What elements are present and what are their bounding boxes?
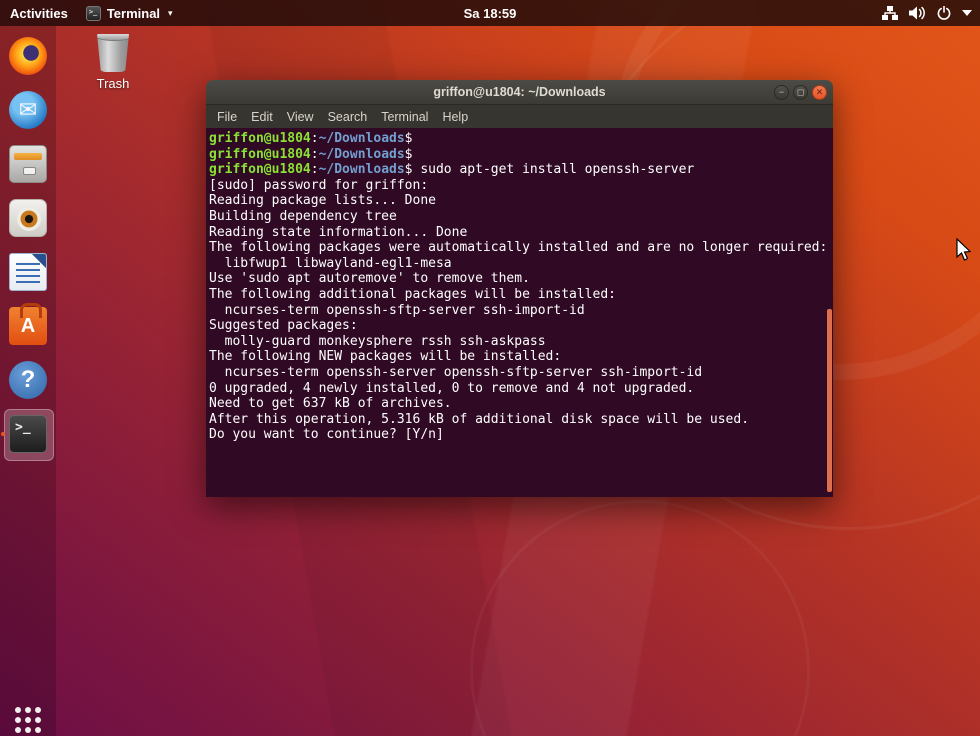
network-wired-icon: [882, 6, 898, 20]
trash-label: Trash: [84, 76, 142, 91]
wallpaper-circle-decoration: [470, 500, 810, 736]
terminal-output-line: ncurses-term openssh-server openssh-sftp…: [209, 365, 833, 381]
power-icon: [937, 6, 951, 20]
dock-item-files[interactable]: [0, 138, 56, 190]
terminal-output-line: Use 'sudo apt autoremove' to remove them…: [209, 271, 833, 287]
menu-item-terminal[interactable]: Terminal: [374, 107, 435, 127]
terminal-output-line: libfwup1 libwayland-egl1-mesa: [209, 256, 833, 272]
terminal-output-line: Reading state information... Done: [209, 225, 833, 241]
terminal-output-line: [sudo] password for griffon:: [209, 178, 833, 194]
terminal-output-line: Suggested packages:: [209, 318, 833, 334]
window-menubar: FileEditViewSearchTerminalHelp: [206, 105, 833, 128]
terminal-output-line: Do you want to continue? [Y/n]: [209, 427, 833, 443]
dock-item-firefox[interactable]: [0, 30, 56, 82]
close-button[interactable]: ✕: [812, 85, 827, 100]
dock-item-writer[interactable]: [0, 246, 56, 298]
terminal-prompt-line: griffon@u1804:~/Downloads$ sudo apt-get …: [209, 162, 833, 178]
maximize-button[interactable]: ◻: [793, 85, 808, 100]
terminal-prompt-line: griffon@u1804:~/Downloads$: [209, 131, 833, 147]
menu-item-help[interactable]: Help: [435, 107, 475, 127]
dock-item-terminal[interactable]: [0, 408, 56, 460]
terminal-output-line: ncurses-term openssh-sftp-server ssh-imp…: [209, 303, 833, 319]
terminal-output-line: After this operation, 5.316 kB of additi…: [209, 412, 833, 428]
dock-item-software[interactable]: [0, 300, 56, 352]
rhythmbox-icon: [9, 199, 47, 237]
trash-desktop-icon[interactable]: Trash: [84, 34, 142, 91]
terminal-output-line: molly-guard monkeysphere rssh ssh-askpas…: [209, 334, 833, 350]
firefox-icon: [9, 37, 47, 75]
window-titlebar[interactable]: griffon@u1804: ~/Downloads − ◻ ✕: [206, 80, 833, 105]
minimize-button[interactable]: −: [774, 85, 789, 100]
help-icon: [9, 361, 47, 399]
scrollbar-thumb[interactable]: [827, 309, 832, 492]
terminal-output-line: The following additional packages will b…: [209, 287, 833, 303]
mouse-cursor: [956, 238, 972, 262]
window-title: griffon@u1804: ~/Downloads: [433, 85, 605, 99]
dock-item-thunderbird[interactable]: [0, 84, 56, 136]
thunderbird-icon: [9, 91, 47, 129]
terminal-output-line: The following NEW packages will be insta…: [209, 349, 833, 365]
terminal-output-line: The following packages were automaticall…: [209, 240, 833, 256]
top-bar: Activities Terminal ▾ Sa 18:59: [0, 0, 980, 26]
terminal-icon: [9, 415, 47, 453]
terminal-window: griffon@u1804: ~/Downloads − ◻ ✕ FileEdi…: [206, 80, 833, 497]
menu-item-search[interactable]: Search: [321, 107, 375, 127]
show-applications-icon: [15, 707, 41, 733]
menu-item-edit[interactable]: Edit: [244, 107, 280, 127]
menu-item-file[interactable]: File: [210, 107, 244, 127]
terminal-output-line: 0 upgraded, 4 newly installed, 0 to remo…: [209, 381, 833, 397]
terminal-output-line: Reading package lists... Done: [209, 193, 833, 209]
show-applications-button[interactable]: [0, 694, 56, 736]
terminal-prompt-line: griffon@u1804:~/Downloads$: [209, 147, 833, 163]
clock[interactable]: Sa 18:59: [464, 6, 517, 21]
dock-item-help[interactable]: [0, 354, 56, 406]
writer-icon: [9, 253, 47, 291]
terminal-output-line: Building dependency tree: [209, 209, 833, 225]
files-icon: [9, 145, 47, 183]
chevron-down-icon: [962, 10, 972, 16]
dock: [0, 26, 56, 736]
trash-icon: [97, 34, 129, 72]
dock-item-rhythmbox[interactable]: [0, 192, 56, 244]
terminal-output-line: Need to get 637 kB of archives.: [209, 396, 833, 412]
system-tray[interactable]: [882, 0, 972, 26]
software-icon: [9, 307, 47, 345]
volume-icon: [909, 6, 926, 20]
menu-item-view[interactable]: View: [280, 107, 321, 127]
terminal-content[interactable]: griffon@u1804:~/Downloads$griffon@u1804:…: [206, 128, 833, 497]
